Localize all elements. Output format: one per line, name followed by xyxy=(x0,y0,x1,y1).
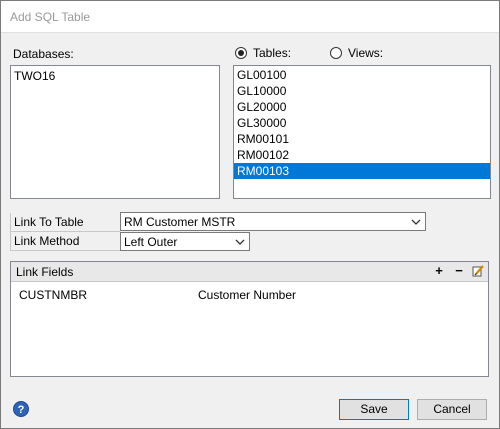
link-method-value: Left Outer xyxy=(124,235,178,249)
database-list-item[interactable]: TWO16 xyxy=(11,68,219,84)
pencil-edit-icon xyxy=(472,265,484,277)
window-title: Add SQL Table xyxy=(10,10,91,24)
link-to-table-dropdown[interactable]: RM Customer MSTR xyxy=(120,212,426,231)
link-field-row[interactable]: CUSTNMBR Customer Number xyxy=(11,282,488,302)
table-list-item[interactable]: GL10000 xyxy=(234,83,490,99)
cancel-button[interactable]: Cancel xyxy=(417,399,487,420)
views-radio-label[interactable]: Views: xyxy=(348,46,383,60)
link-fields-list[interactable]: CUSTNMBR Customer Number xyxy=(11,282,488,302)
link-field-description: Customer Number xyxy=(198,288,297,302)
link-method-label: Link Method xyxy=(10,232,120,251)
edit-field-button[interactable] xyxy=(471,264,485,278)
link-to-table-label: Link To Table xyxy=(10,213,120,232)
help-icon[interactable]: ? xyxy=(13,401,29,417)
table-list-item[interactable]: RM00102 xyxy=(234,147,490,163)
save-button[interactable]: Save xyxy=(339,399,409,420)
views-radio[interactable] xyxy=(330,47,342,59)
table-list-item[interactable]: GL00100 xyxy=(234,67,490,83)
tables-radio[interactable] xyxy=(235,47,247,59)
link-fields-panel: Link Fields + − CUSTNMBR Customer Number xyxy=(10,261,489,377)
tables-radio-label[interactable]: Tables: xyxy=(253,46,291,60)
tables-list[interactable]: GL00100 GL10000 GL20000 GL30000 RM00101 RM001… xyxy=(233,65,491,199)
add-sql-table-dialog: Add SQL Table Databases: TWO16 Tables: V… xyxy=(0,0,500,429)
table-list-item[interactable]: RM00101 xyxy=(234,131,490,147)
link-fields-title: Link Fields xyxy=(16,265,74,279)
table-list-item[interactable]: GL20000 xyxy=(234,99,490,115)
link-field-name: CUSTNMBR xyxy=(19,288,87,302)
add-field-button[interactable]: + xyxy=(432,264,446,278)
chevron-down-icon xyxy=(235,239,245,245)
link-fields-header: Link Fields + − xyxy=(11,262,488,282)
link-to-table-value: RM Customer MSTR xyxy=(124,215,236,229)
remove-field-button[interactable]: − xyxy=(452,264,466,278)
databases-list[interactable]: TWO16 xyxy=(10,65,220,199)
dialog-footer: ? Save Cancel xyxy=(1,389,499,428)
link-method-dropdown[interactable]: Left Outer xyxy=(120,232,250,251)
databases-label: Databases: xyxy=(13,47,74,61)
title-bar: Add SQL Table xyxy=(1,1,499,33)
chevron-down-icon xyxy=(411,219,421,225)
table-list-item[interactable]: RM00103 xyxy=(234,163,490,179)
table-list-item[interactable]: GL30000 xyxy=(234,115,490,131)
